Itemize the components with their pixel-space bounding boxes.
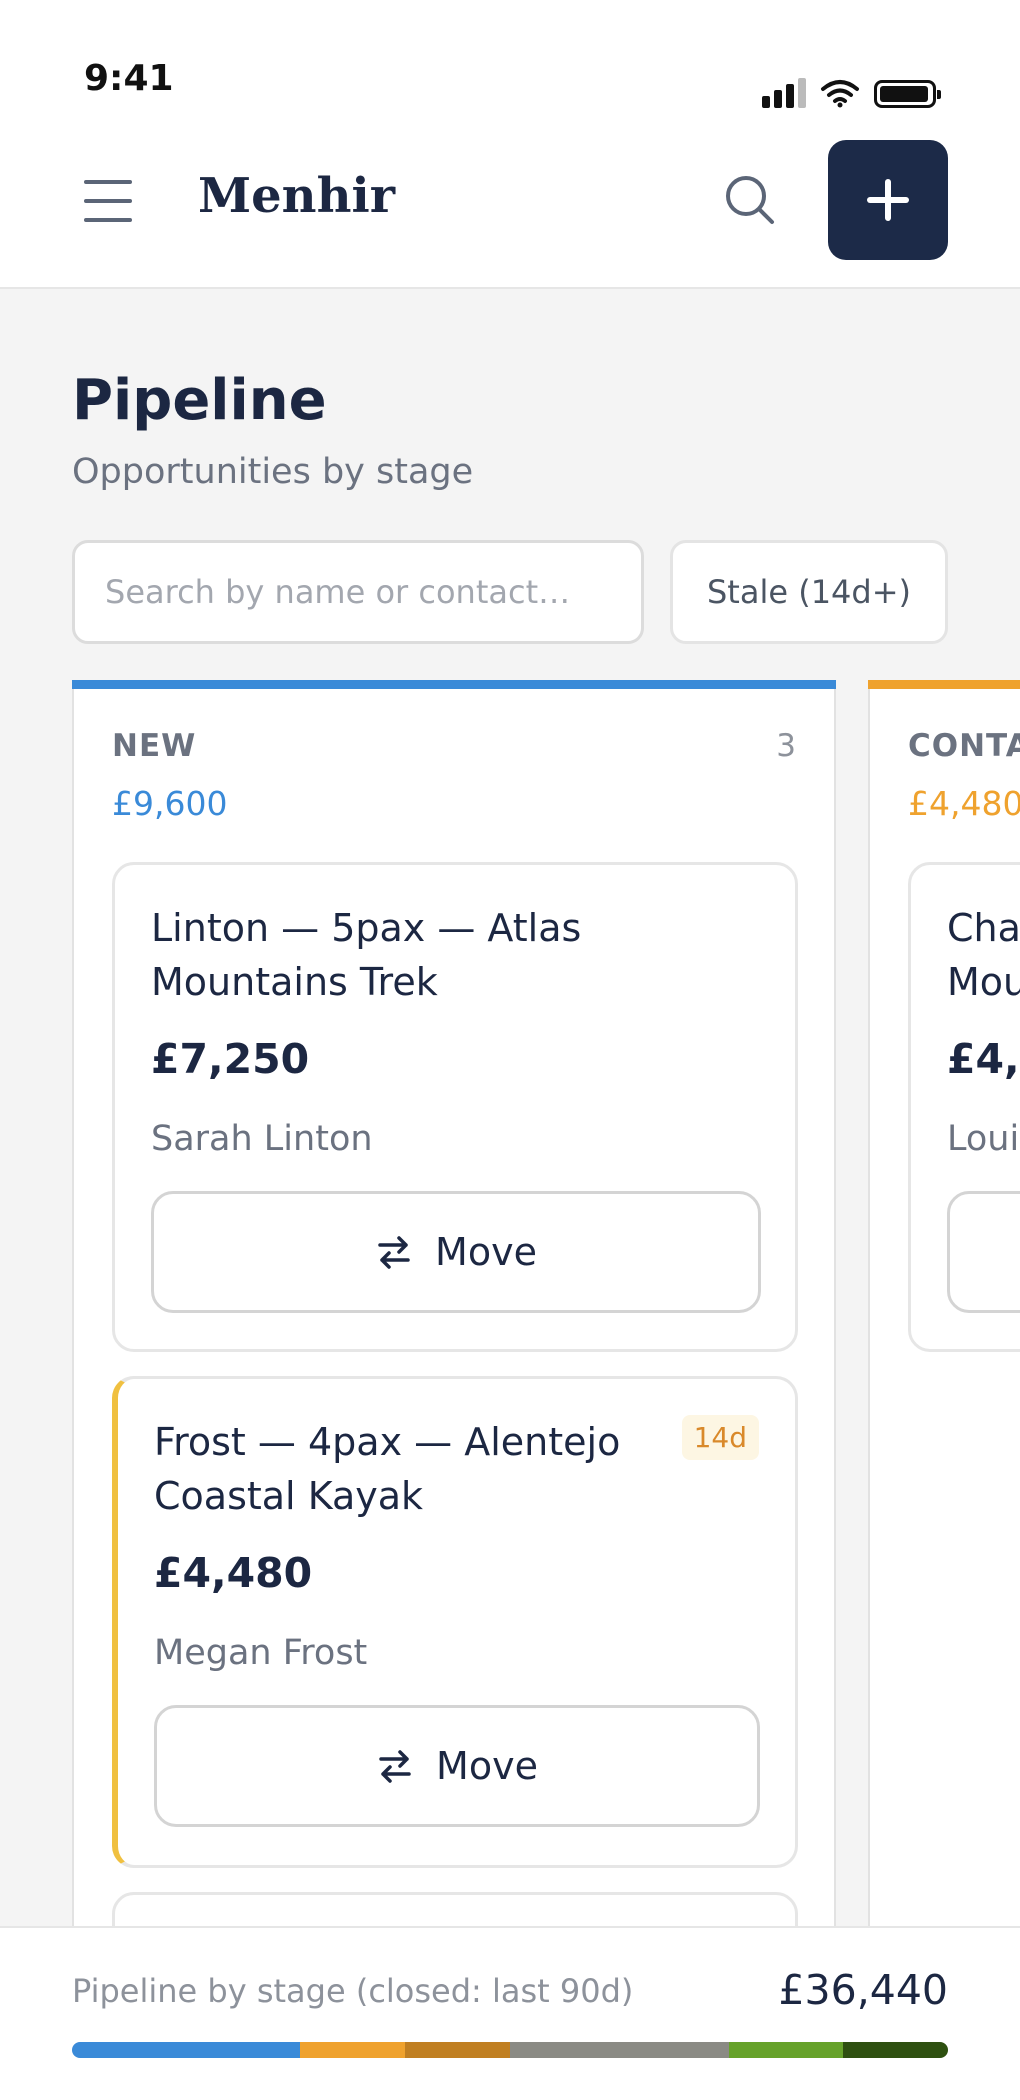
move-button-label: Move [436,1744,538,1788]
stage-column-contacted: CONTA £4,480 Cha Mou £4,3 Louis [868,680,1020,1930]
status-time: 9:41 [84,58,174,99]
move-button-label: Move [435,1230,537,1274]
status-icons [762,76,941,108]
stage-total: £4,480 [908,784,1020,823]
deal-amount: £4,3 [947,1035,1020,1083]
deal-card[interactable]: Frost — 4pax — Alentejo Coastal Kayak 14… [112,1376,798,1868]
deal-contact: Louis [947,1119,1020,1159]
deal-contact: Megan Frost [154,1633,368,1673]
swap-arrows-icon [378,1236,410,1269]
move-button[interactable] [947,1191,1020,1313]
battery-icon [874,80,941,108]
stale-badge: 14d [681,1415,759,1460]
stage-name: CONTA [908,728,1020,764]
stage-segment-5 [728,2042,843,2058]
add-button[interactable] [828,140,948,260]
stage-segment-1 [72,2042,300,2058]
pipeline-board[interactable]: NEW 3 £9,600 Linton — 5pax — Atlas Mount… [0,680,1020,1930]
deal-card[interactable]: Cha Mou £4,3 Louis [908,862,1020,1352]
search-icon[interactable] [722,172,778,228]
swap-arrows-icon [379,1750,411,1783]
deal-card[interactable] [112,1892,798,1930]
stage-column-new: NEW 3 £9,600 Linton — 5pax — Atlas Mount… [72,680,836,1930]
page-subtitle: Opportunities by stage [72,452,474,492]
stage-color-bar [868,680,1020,689]
move-button[interactable]: Move [151,1191,761,1313]
stage-distribution-bar [72,2042,948,2058]
stage-segment-2 [299,2042,405,2058]
deal-card[interactable]: Linton — 5pax — Atlas Mountains Trek £7,… [112,862,798,1352]
pipeline-summary-label: Pipeline by stage (closed: last 90d) [72,1972,634,2010]
menu-button[interactable] [84,180,132,222]
app-header: 9:41 Menhir [0,0,1020,289]
pipeline-total: £36,440 [778,1966,948,2014]
plus-icon [867,179,909,221]
stage-total: £9,600 [112,784,228,823]
page-title: Pipeline [72,368,327,433]
deal-amount: £7,250 [151,1035,310,1083]
stage-name: NEW [112,728,197,764]
deal-title: Cha Mou [947,906,1020,1004]
stage-segment-3 [404,2042,510,2058]
deal-title: Linton — 5pax — Atlas Mountains Trek [151,906,582,1004]
deal-title: Frost — 4pax — Alentejo Coastal Kayak [154,1420,621,1518]
stale-filter-button[interactable]: Stale (14d+) [670,540,948,644]
deal-contact: Sarah Linton [151,1119,373,1159]
search-input[interactable] [72,540,644,644]
stage-segment-6 [842,2042,948,2058]
stage-segment-4 [509,2042,729,2058]
wifi-icon [821,80,859,108]
move-button[interactable]: Move [154,1705,760,1827]
stage-color-bar [72,680,836,689]
cellular-signal-icon [762,76,806,108]
deal-amount: £4,480 [154,1549,313,1597]
brand-logo: Menhir [198,168,395,224]
stage-count: 3 [776,728,796,764]
pipeline-summary-footer: Pipeline by stage (closed: last 90d) £36… [0,1926,1020,2100]
